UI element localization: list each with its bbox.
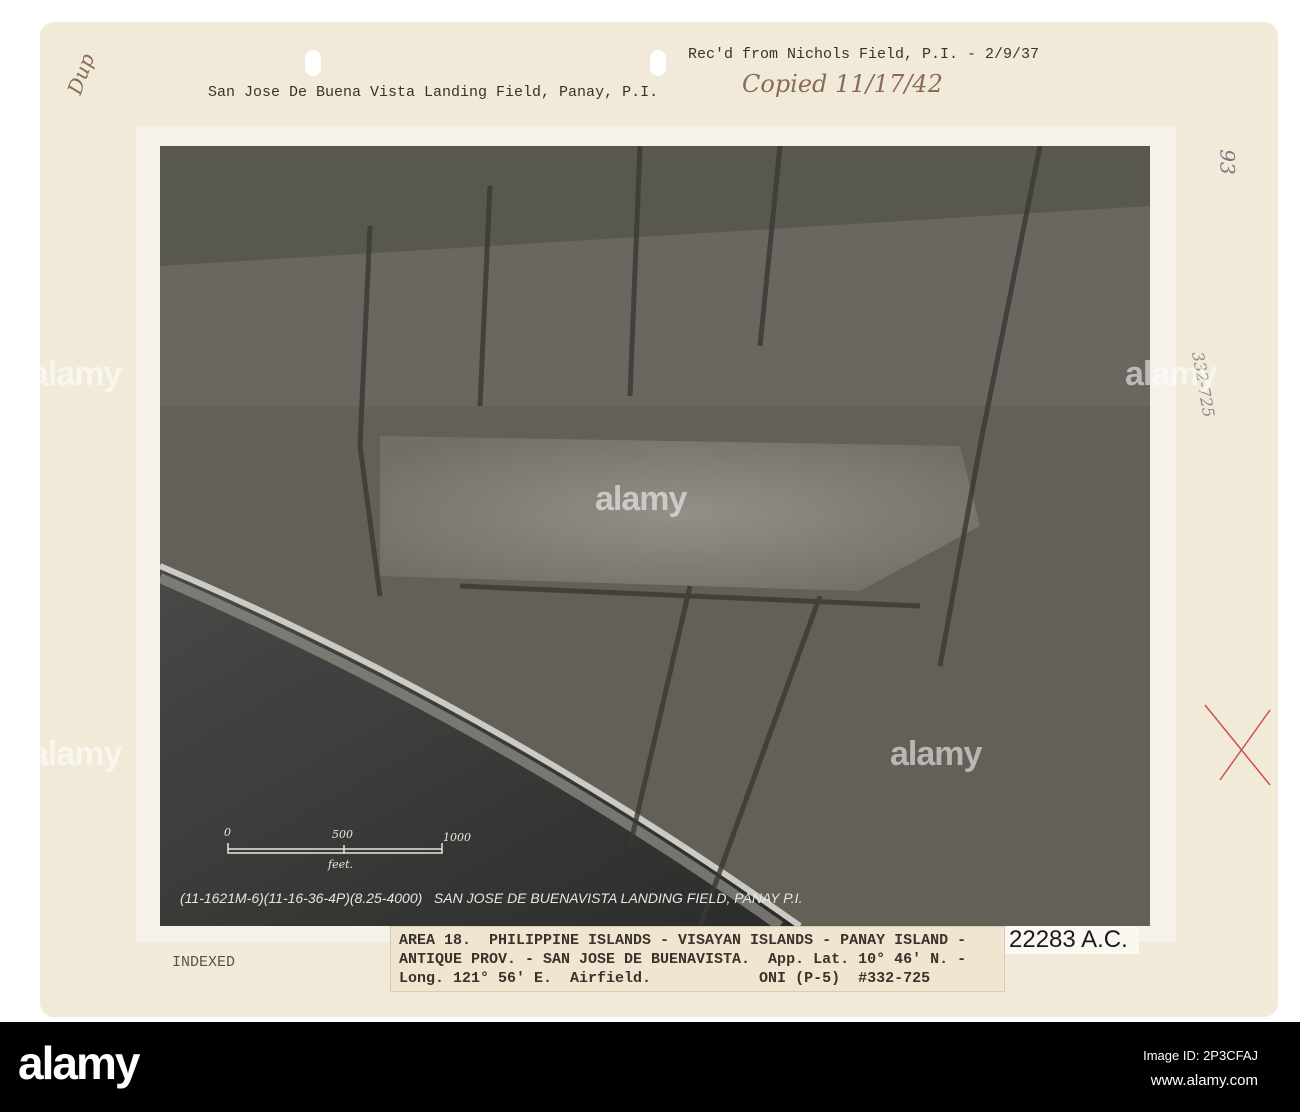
photo-caption: (11-1621M-6)(11-16-36-4P)(8.25-4000) SAN… (180, 890, 803, 906)
received-note: Rec'd from Nichols Field, P.I. - 2/9/37 (688, 46, 1040, 63)
watermark: alamy (30, 735, 122, 773)
punch-hole (650, 50, 666, 76)
punch-hole (305, 50, 321, 76)
aerial-photograph: 0 500 1000 feet. (11-1621M-6)(11-16-36-4… (160, 146, 1150, 926)
watermark: alamy (30, 355, 122, 393)
margin-note-number: 93 (1215, 149, 1240, 175)
photo-number: 22283 A.C. (1005, 926, 1139, 954)
alamy-logo: alamy (18, 1037, 140, 1089)
image-id: Image ID: 2P3CFAJ (1143, 1048, 1258, 1063)
copied-note: Copied 11/17/42 (742, 70, 943, 98)
scale-tick-500: 500 (332, 828, 353, 841)
alamy-url[interactable]: www.alamy.com (1151, 1072, 1258, 1089)
aerial-terrain (160, 146, 1150, 926)
label-line: Long. 121° 56' E. Airfield. ONI (P-5) #3… (399, 970, 931, 987)
red-x-mark (1204, 704, 1271, 786)
scale-tick-1000: 1000 (443, 831, 471, 844)
stock-footer: alamy Image ID: 2P3CFAJ www.alamy.com (0, 1022, 1300, 1112)
card-title: San Jose De Buena Vista Landing Field, P… (208, 84, 659, 101)
scale-tick-0: 0 (224, 826, 231, 839)
watermark: alamy (890, 735, 982, 773)
catalog-label: AREA 18. PHILIPPINE ISLANDS - VISAYAN IS… (390, 926, 1005, 992)
watermark: alamy (1125, 355, 1217, 393)
scale-unit: feet. (328, 858, 354, 871)
indexed-stamp: INDEXED (172, 954, 236, 971)
watermark: alamy (595, 480, 687, 518)
label-line: ANTIQUE PROV. - SAN JOSE DE BUENAVISTA. … (399, 951, 967, 968)
label-line: AREA 18. PHILIPPINE ISLANDS - VISAYAN IS… (399, 932, 967, 949)
